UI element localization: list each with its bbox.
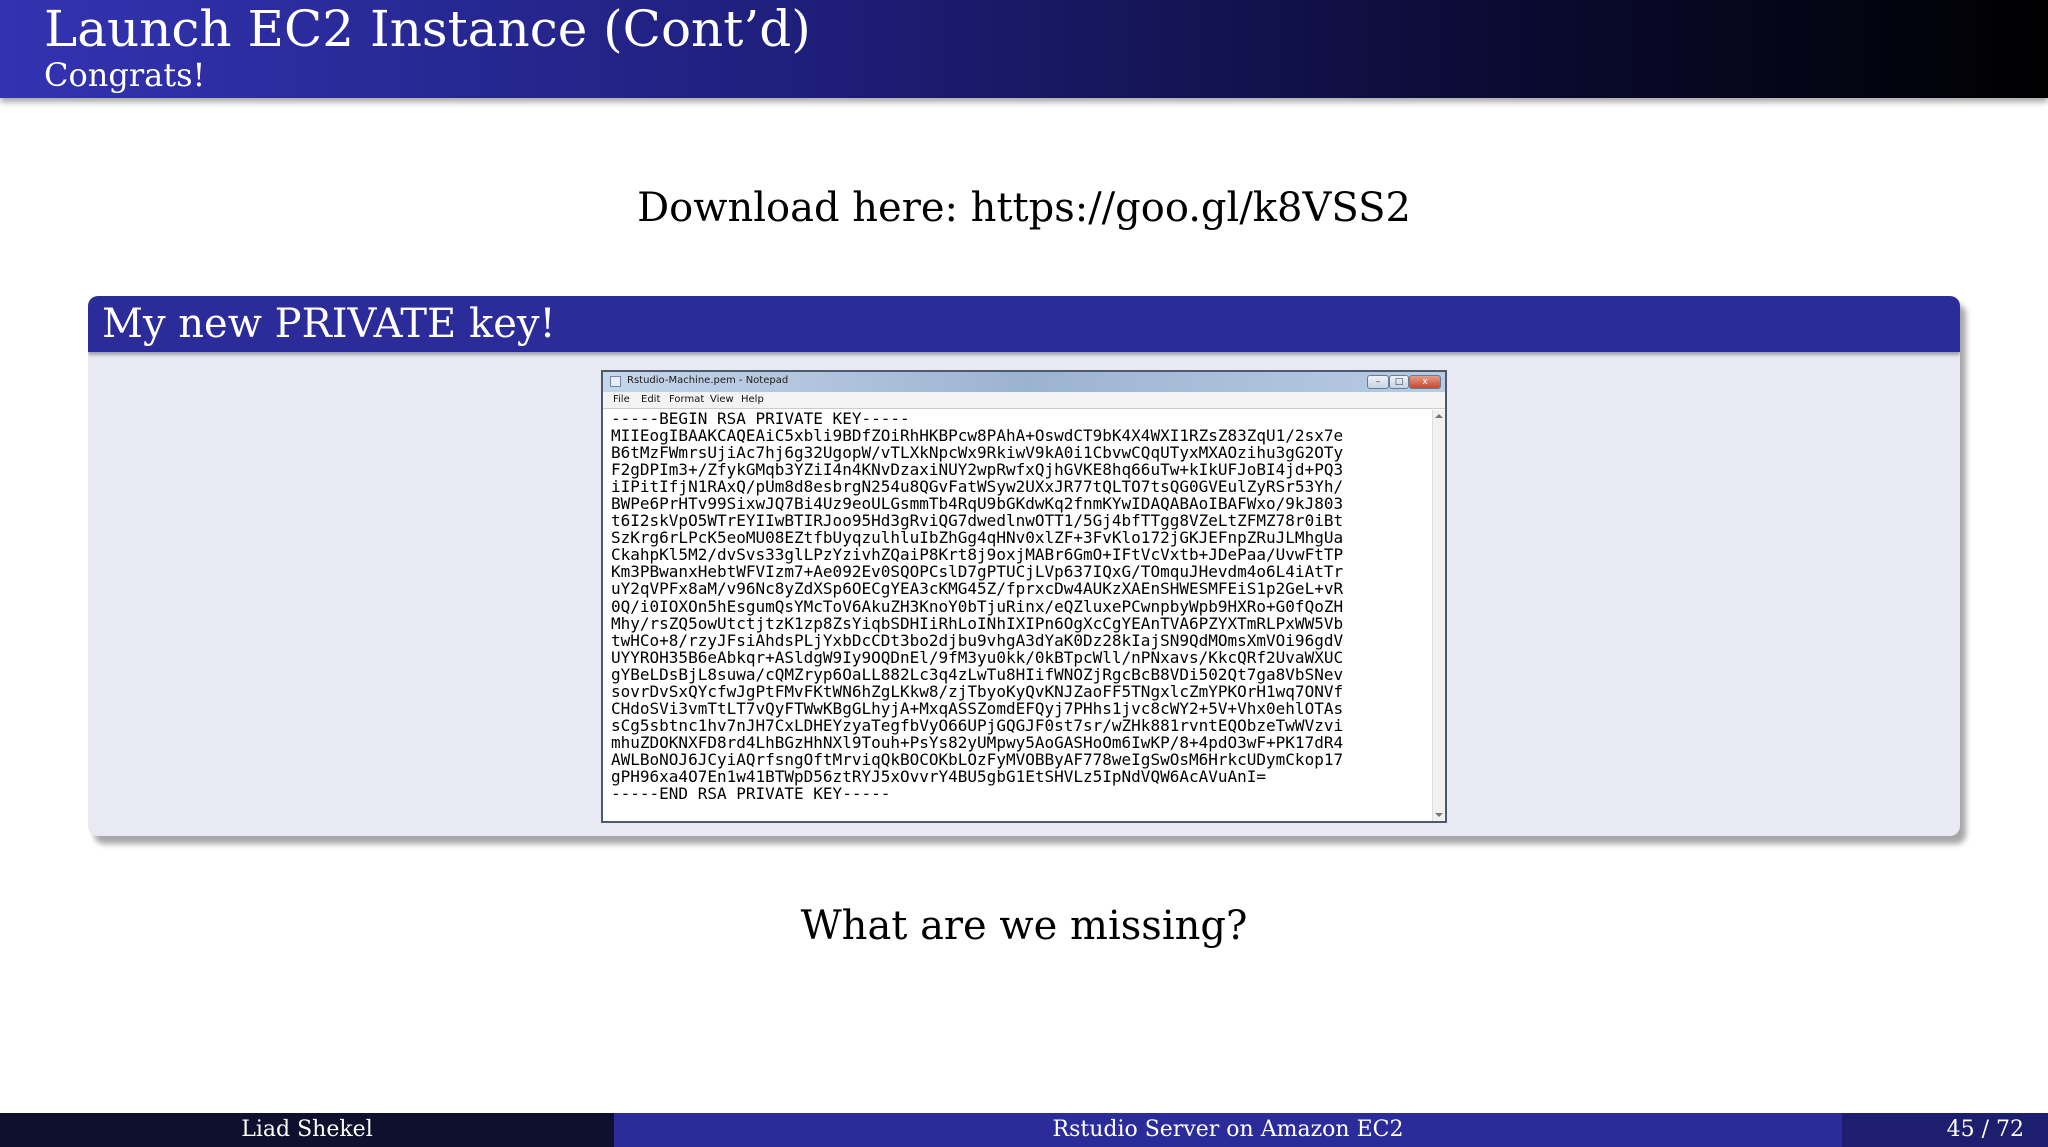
slide-footer: Liad Shekel Rstudio Server on Amazon EC2… [0, 1113, 2048, 1147]
menu-format[interactable]: Format [669, 392, 704, 408]
slide-title: Launch EC2 Instance (Cont’d) [44, 0, 811, 58]
key-line: iIPitIfjN1RAxQ/pUm8d8esbrgN254u8QGvFatWS… [611, 477, 1344, 497]
question-text: What are we missing? [800, 903, 1248, 949]
notepad-text-area[interactable]: -----BEGIN RSA PRIVATE KEY----- MIIEogIBA… [611, 410, 1431, 802]
notepad-titlebar: Rstudio-Machine.pem - Notepad – □ x [603, 372, 1445, 392]
menu-help[interactable]: Help [741, 392, 764, 408]
footer-page-number-box: 45 / 72 [1842, 1113, 2048, 1147]
scroll-down-arrow-icon[interactable] [1435, 813, 1443, 817]
key-line: Km3PBwanxHebtWFVIzm7+Ae092Ev0SQOPCslD7gP… [611, 562, 1344, 582]
notepad-scrollbar[interactable] [1432, 410, 1445, 821]
key-line: -----END RSA PRIVATE KEY----- [611, 784, 891, 803]
key-line: twHCo+8/rzyJFsiAhdsPLjYxbDcCDt3bo2djbu9v… [611, 630, 1344, 650]
menu-edit[interactable]: Edit [641, 392, 660, 408]
maximize-button[interactable]: □ [1389, 375, 1409, 389]
block-title: My new PRIVATE key! [88, 296, 1960, 352]
key-line: mhuZDOKNXFD8rd4LhBGzHhNXl9Touh+PsYs82yUM… [611, 732, 1344, 752]
key-line: SzKrg6rLPcK5eoMU08EZtfbUyqzulhluIbZhGg4q… [611, 528, 1344, 548]
key-line: sovrDvSxQYcfwJgPtFMvFKtWN6hZgLKkw8/zjTby… [611, 681, 1344, 701]
notepad-screenshot: Rstudio-Machine.pem - Notepad – □ x File… [601, 370, 1447, 823]
menu-file[interactable]: File [613, 392, 630, 408]
notepad-window-title: Rstudio-Machine.pem - Notepad [627, 375, 789, 386]
notepad-icon [610, 376, 621, 387]
footer-page-number: 45 / 72 [1946, 1117, 2024, 1142]
download-text: Download here: https://goo.gl/k8VSS2 [637, 185, 1411, 231]
notepad-menubar: File Edit Format View Help [603, 392, 1445, 409]
key-line: CHdoSVi3vmTtLT7vQyFTWwKBgGLhyjA+MxqASSZo… [611, 698, 1344, 718]
key-line: UYYROH35B6eAbkqr+ASldgW9Iy9OQDnEl/9fM3yu… [611, 647, 1344, 667]
key-line: uY2qVPFx8aM/v96Nc8yZdXSp6OECgYEA3cKMG45Z… [611, 579, 1344, 599]
key-line: t6I2skVpO5WTrEYIIwBTIRJoo95Hd3gRviQG7dwe… [611, 511, 1344, 531]
slide-header: Launch EC2 Instance (Cont’d) Congrats! [0, 0, 2048, 98]
close-button[interactable]: x [1409, 375, 1441, 389]
key-line: AWLBoNOJ6JCyiAQrfsngOftMrviqQkBOCOKbLOzF… [611, 749, 1344, 769]
scroll-up-arrow-icon[interactable] [1435, 414, 1443, 418]
key-line: sCg5sbtnc1hv7nJH7CxLDHEYzyaTegfbVyO66UPj… [611, 715, 1344, 735]
key-line: B6tMzFWmrsUjiAc7hj6g32UgopW/vTLXkNpcWx9R… [611, 443, 1344, 463]
menu-view[interactable]: View [710, 392, 734, 408]
key-line: gYBeLDsBjL8suwa/cQMZryp6OaLL882Lc3q4zLwT… [611, 664, 1344, 684]
key-line: MIIEogIBAAKCAQEAiC5xbli9BDfZOiRhHKBPcw8P… [611, 426, 1344, 446]
key-line: Mhy/rsZQ5owUtctjtzK1zp8ZsYiqbSDHIiRhLoIN… [611, 613, 1344, 633]
key-line: 0Q/i0IOXOn5hEsgumQsYMcToV6AkuZH3KnoY0bTj… [611, 596, 1344, 616]
key-line: gPH96xa4O7En1w41BTWpD56ztRYJ5xOvvrY4BU5g… [611, 766, 1267, 786]
footer-author: Liad Shekel [0, 1113, 614, 1147]
key-line: -----BEGIN RSA PRIVATE KEY----- [611, 410, 910, 428]
slide-subtitle: Congrats! [44, 56, 206, 94]
key-line: F2gDPIm3+/ZfykGMqb3YZiI4n4KNvDzaxiNUY2wp… [611, 460, 1344, 480]
key-line: BWPe6PrHTv99SixwJQ7Bi4Uz9eoULGsmmTb4RqU9… [611, 494, 1344, 514]
key-line: CkahpKl5M2/dvSvs33glLPzYzivhZQaiP8Krt8j9… [611, 545, 1344, 565]
footer-talk-title: Rstudio Server on Amazon EC2 [614, 1113, 1842, 1147]
minimize-button[interactable]: – [1367, 375, 1389, 389]
